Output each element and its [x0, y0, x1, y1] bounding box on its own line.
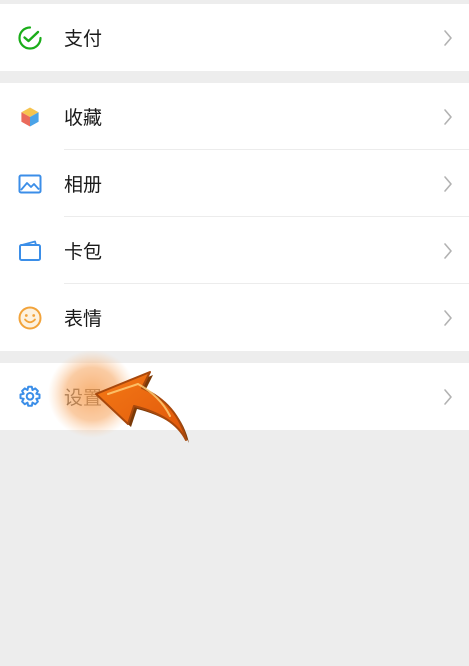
menu-item-label: 相册	[64, 174, 103, 196]
menu-item-label: 卡包	[64, 241, 103, 263]
chevron-right-icon	[441, 29, 455, 47]
menu-item-stickers[interactable]: 表情	[0, 284, 469, 351]
chevron-right-icon	[441, 108, 455, 126]
menu-item-label: 收藏	[64, 107, 103, 129]
wallet-icon	[16, 237, 44, 265]
menu-item-favorites[interactable]: 收藏	[0, 83, 469, 150]
smiley-icon	[16, 304, 44, 332]
chevron-right-icon	[441, 242, 455, 260]
group-settings: 设置	[0, 363, 469, 430]
menu-item-label: 设置	[64, 387, 103, 409]
menu-item-album[interactable]: 相册	[0, 150, 469, 217]
pay-check-icon	[16, 24, 44, 52]
menu-item-pay[interactable]: 支付	[0, 4, 469, 71]
menu-item-settings[interactable]: 设置	[0, 363, 469, 430]
chevron-right-icon	[441, 388, 455, 406]
group-content: 收藏 相册 卡包 表情	[0, 83, 469, 351]
menu-item-label: 支付	[64, 28, 103, 50]
gear-icon	[16, 383, 44, 411]
chevron-right-icon	[441, 309, 455, 327]
image-icon	[16, 170, 44, 198]
group-pay: 支付	[0, 4, 469, 71]
menu-item-label: 表情	[64, 308, 103, 330]
section-gap	[0, 351, 469, 363]
cube-icon	[16, 103, 44, 131]
section-gap	[0, 71, 469, 83]
menu-item-cards[interactable]: 卡包	[0, 217, 469, 284]
chevron-right-icon	[441, 175, 455, 193]
